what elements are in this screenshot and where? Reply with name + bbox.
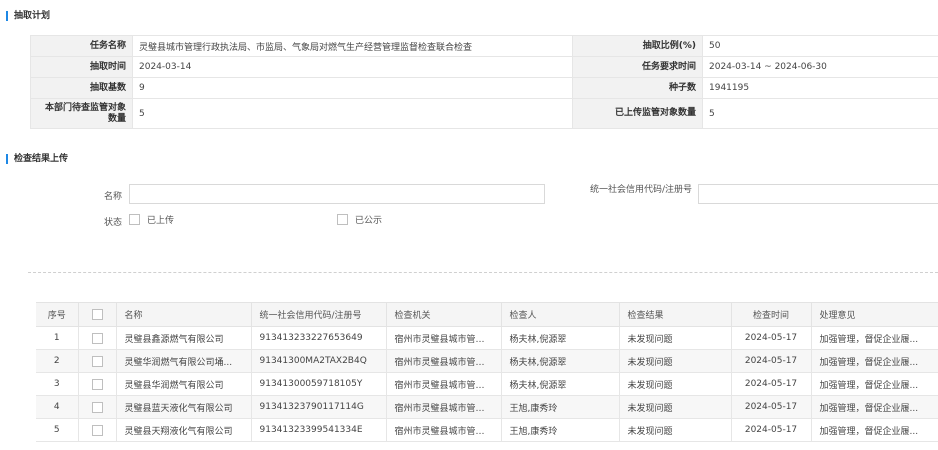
name-input[interactable]: [129, 184, 545, 204]
row-checkbox-box[interactable]: [91, 401, 103, 413]
row-result: 未发现问题: [619, 372, 732, 396]
col-date-header: 检查时间: [731, 303, 812, 327]
row-name: 灵璧县蓝天液化气有限公司: [116, 395, 252, 419]
row-code: 91341323790117114G: [251, 395, 387, 419]
uploaded-label: 已上传监管对象数量: [572, 98, 703, 129]
row-inspector: 杨夫林,倪源翠: [501, 326, 620, 350]
col-inspector-header: 检查人: [501, 303, 620, 327]
task-name-value: 灵璧县城市管理行政执法局、市监局、气象局对燃气生产经营管理监督检查联合检查: [132, 35, 573, 57]
row-name: 灵璧县天翔液化气有限公司: [116, 418, 252, 442]
table-row[interactable]: 2 灵璧华润燃气有限公司埇... 91341300MA2TAX2B4Q 宿州市灵…: [36, 349, 938, 373]
pending-value: 5: [132, 98, 573, 129]
row-checkbox-box[interactable]: [91, 355, 103, 367]
public-checkbox-label: 已公示: [355, 216, 383, 226]
row-inspector: 杨夫林,倪源翠: [501, 349, 620, 373]
row-result: 未发现问题: [619, 395, 732, 419]
uploaded-checkbox-label: 已上传: [147, 216, 175, 226]
col-name-header: 名称: [116, 303, 252, 327]
col-index-header: 序号: [36, 303, 79, 327]
select-all-checkbox[interactable]: [91, 309, 103, 320]
row-opinion: 加强管理，督促企业履...: [811, 418, 938, 442]
code-input[interactable]: [698, 184, 938, 204]
row-date: 2024-05-17: [731, 326, 812, 350]
row-opinion: 加强管理，督促企业履...: [811, 372, 938, 396]
ratio-value: 50: [702, 35, 938, 57]
seed-label: 种子数: [572, 77, 703, 99]
row-result: 未发现问题: [619, 349, 732, 373]
req-time-value: 2024-03-14 ~ 2024-06-30: [702, 56, 938, 78]
col-opinion-header: 处理意见: [811, 303, 938, 327]
row-result: 未发现问题: [619, 418, 732, 442]
row-index: 3: [36, 372, 79, 396]
row-date: 2024-05-17: [731, 372, 812, 396]
row-checkbox[interactable]: [78, 418, 117, 442]
uploaded-value: 5: [702, 98, 938, 129]
base-value: 9: [132, 77, 573, 99]
table-row[interactable]: 3 灵璧县华润燃气有限公司 91341300059718105Y 宿州市灵璧县城…: [36, 372, 938, 396]
row-code: 91341300MA2TAX2B4Q: [251, 349, 387, 373]
row-checkbox[interactable]: [78, 349, 117, 373]
results-table: 序号 名称 统一社会信用代码/注册号 检查机关 检查人 检查结果 检查时间 处理…: [36, 303, 938, 442]
time-label: 抽取时间: [30, 56, 133, 78]
row-inspector: 王旭,康秀玲: [501, 418, 620, 442]
base-label: 抽取基数: [30, 77, 133, 99]
pending-label: 本部门待查监管对象数量: [30, 98, 133, 129]
time-value: 2024-03-14: [132, 56, 573, 78]
public-checkbox[interactable]: 已公示: [337, 213, 382, 226]
table-header-row: 序号 名称 统一社会信用代码/注册号 检查机关 检查人 检查结果 检查时间 处理…: [36, 303, 938, 327]
col-result-header: 检查结果: [619, 303, 732, 327]
row-name: 灵璧县华润燃气有限公司: [116, 372, 252, 396]
row-agency: 宿州市灵璧县城市管理...: [386, 418, 502, 442]
row-opinion: 加强管理，督促企业履...: [811, 395, 938, 419]
row-index: 1: [36, 326, 79, 350]
row-checkbox[interactable]: [78, 326, 117, 350]
col-agency-header: 检查机关: [386, 303, 502, 327]
uploaded-checkbox[interactable]: 已上传: [129, 213, 174, 226]
row-inspector: 王旭,康秀玲: [501, 395, 620, 419]
row-agency: 宿州市灵璧县城市管理...: [386, 395, 502, 419]
row-index: 5: [36, 418, 79, 442]
seed-value: 1941195: [702, 77, 938, 99]
table-row[interactable]: 4 灵璧县蓝天液化气有限公司 91341323790117114G 宿州市灵璧县…: [36, 395, 938, 419]
row-code: 91341300059718105Y: [251, 372, 387, 396]
row-agency: 宿州市灵璧县城市管理...: [386, 372, 502, 396]
row-index: 4: [36, 395, 79, 419]
row-opinion: 加强管理，督促企业履...: [811, 326, 938, 350]
row-checkbox[interactable]: [78, 372, 117, 396]
row-checkbox[interactable]: [78, 395, 117, 419]
row-date: 2024-05-17: [731, 395, 812, 419]
task-name-label: 任务名称: [30, 35, 133, 57]
code-label: 统一社会信用代码/注册号: [589, 185, 692, 195]
status-label: 状态: [103, 218, 122, 228]
row-index: 2: [36, 349, 79, 373]
row-code: 913413233227653649: [251, 326, 387, 350]
req-time-label: 任务要求时间: [572, 56, 703, 78]
col-code-header: 统一社会信用代码/注册号: [251, 303, 387, 327]
row-checkbox-box[interactable]: [91, 332, 103, 344]
section-title-plan: 抽取计划: [6, 10, 50, 22]
plan-info-table: 任务名称 灵璧县城市管理行政执法局、市监局、气象局对燃气生产经营管理监督检查联合…: [30, 35, 938, 129]
name-label: 名称: [103, 192, 122, 202]
row-agency: 宿州市灵璧县城市管理...: [386, 349, 502, 373]
uploaded-checkbox-box[interactable]: [129, 214, 140, 225]
row-code: 91341323399541334E: [251, 418, 387, 442]
row-agency: 宿州市灵璧县城市管理...: [386, 326, 502, 350]
row-checkbox-box[interactable]: [91, 378, 103, 390]
ratio-label: 抽取比例(%): [572, 35, 703, 57]
table-row[interactable]: 5 灵璧县天翔液化气有限公司 91341323399541334E 宿州市灵璧县…: [36, 418, 938, 442]
row-date: 2024-05-17: [731, 418, 812, 442]
row-result: 未发现问题: [619, 326, 732, 350]
table-row[interactable]: 1 灵璧县鑫源燃气有限公司 913413233227653649 宿州市灵璧县城…: [36, 326, 938, 350]
section-divider: [28, 272, 938, 273]
row-date: 2024-05-17: [731, 349, 812, 373]
row-inspector: 杨夫林,倪源翠: [501, 372, 620, 396]
row-opinion: 加强管理，督促企业履...: [811, 349, 938, 373]
col-select-header[interactable]: [78, 303, 117, 327]
row-name: 灵璧县鑫源燃气有限公司: [116, 326, 252, 350]
public-checkbox-box[interactable]: [337, 214, 348, 225]
row-checkbox-box[interactable]: [91, 424, 103, 436]
row-name: 灵璧华润燃气有限公司埇...: [116, 349, 252, 373]
section-title-upload: 检查结果上传: [6, 153, 68, 165]
